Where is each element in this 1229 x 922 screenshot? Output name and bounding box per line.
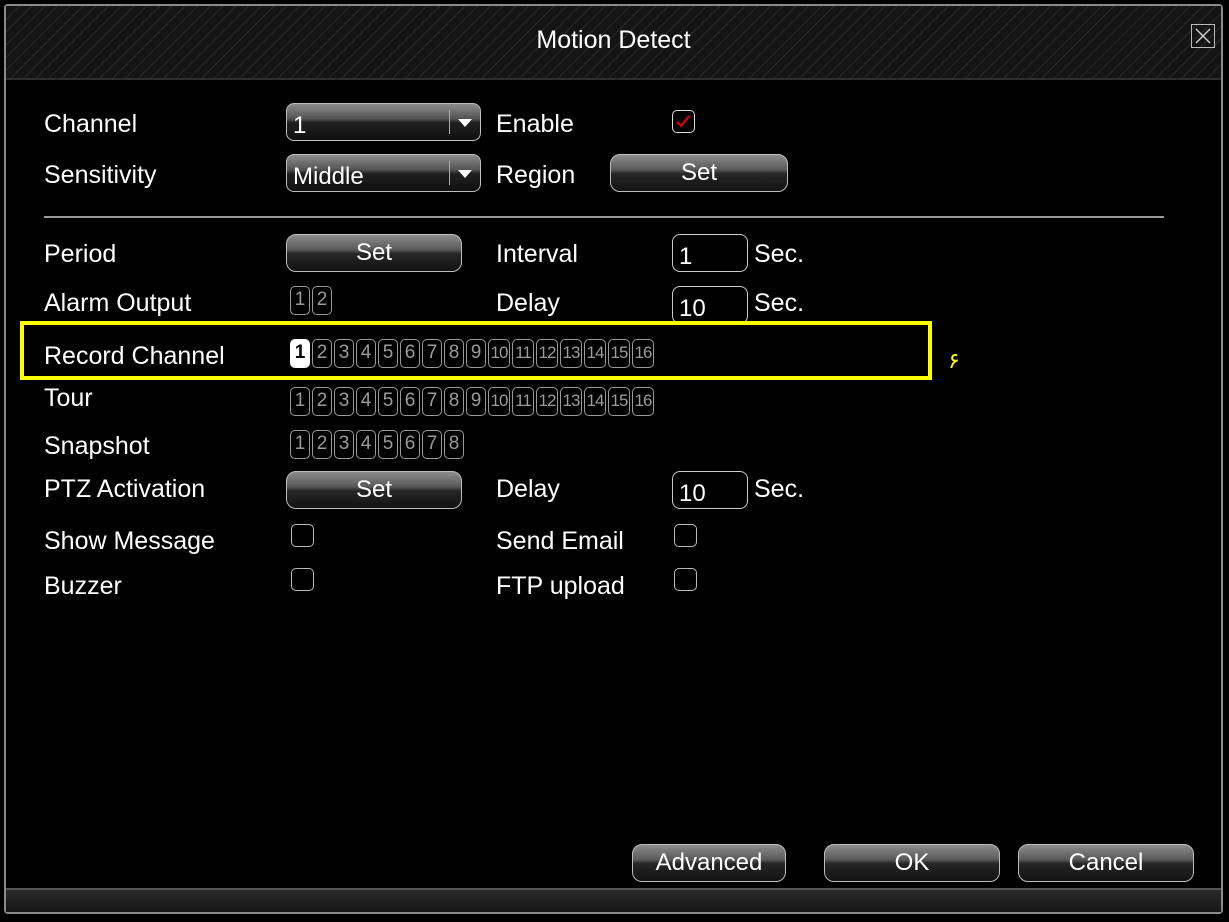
annotation-label: ۶ xyxy=(948,349,960,374)
motion-detect-dialog: Motion Detect Channel 1 Enable Sensitivi… xyxy=(4,4,1223,914)
alarm-output-buttons: 12 xyxy=(290,286,332,315)
checkmark-icon xyxy=(676,115,690,128)
interval-label: Interval xyxy=(496,240,578,268)
cancel-button[interactable]: Cancel xyxy=(1018,844,1194,882)
interval-input[interactable]: 1 xyxy=(672,234,748,272)
dropdown-separator xyxy=(449,110,450,134)
enable-label: Enable xyxy=(496,110,574,138)
tour-toggle-2[interactable]: 2 xyxy=(312,387,332,416)
delay-label: Delay xyxy=(496,289,560,317)
tour-toggle-8[interactable]: 8 xyxy=(444,387,464,416)
region-label: Region xyxy=(496,161,576,189)
divider xyxy=(44,216,1164,218)
tour-toggle-16[interactable]: 16 xyxy=(632,387,654,416)
alarm-output-toggle-1[interactable]: 1 xyxy=(290,286,310,315)
snapshot-toggle-1[interactable]: 1 xyxy=(290,430,310,459)
dialog-title: Motion Detect xyxy=(536,26,691,54)
close-icon[interactable] xyxy=(1191,24,1215,48)
snapshot-toggle-6[interactable]: 6 xyxy=(400,430,420,459)
period-set-button[interactable]: Set xyxy=(286,234,462,272)
tour-toggle-9[interactable]: 9 xyxy=(466,387,486,416)
send-email-checkbox[interactable] xyxy=(674,524,697,547)
ptz-delay-label: Delay xyxy=(496,475,560,503)
chevron-down-icon xyxy=(458,170,472,178)
delay-unit: Sec. xyxy=(754,289,805,317)
snapshot-toggle-4[interactable]: 4 xyxy=(356,430,376,459)
highlight-box xyxy=(20,321,932,380)
tour-toggle-1[interactable]: 1 xyxy=(290,387,310,416)
tour-toggle-4[interactable]: 4 xyxy=(356,387,376,416)
tour-toggle-12[interactable]: 12 xyxy=(536,387,558,416)
snapshot-toggle-5[interactable]: 5 xyxy=(378,430,398,459)
interval-unit: Sec. xyxy=(754,240,805,268)
tour-toggle-14[interactable]: 14 xyxy=(584,387,606,416)
buzzer-checkbox[interactable] xyxy=(291,568,314,591)
channel-label: Channel xyxy=(44,110,138,138)
tour-toggle-5[interactable]: 5 xyxy=(378,387,398,416)
send-email-label: Send Email xyxy=(496,527,624,555)
ptz-activation-label: PTZ Activation xyxy=(44,475,206,503)
tour-label: Tour xyxy=(44,384,93,412)
channel-value: 1 xyxy=(293,112,307,139)
ftp-upload-checkbox[interactable] xyxy=(674,568,697,591)
ptz-delay-unit: Sec. xyxy=(754,475,805,503)
ptz-delay-input[interactable]: 10 xyxy=(672,471,748,509)
snapshot-toggle-3[interactable]: 3 xyxy=(334,430,354,459)
snapshot-label: Snapshot xyxy=(44,432,150,460)
snapshot-toggle-7[interactable]: 7 xyxy=(422,430,442,459)
dropdown-separator xyxy=(449,161,450,185)
snapshot-toggle-8[interactable]: 8 xyxy=(444,430,464,459)
tour-buttons: 1 2 3 4 5 6 7 8 9 10 11 12 13 14 15 16 xyxy=(290,387,654,416)
ptz-set-button[interactable]: Set xyxy=(286,471,462,509)
delay-input[interactable]: 10 xyxy=(672,286,748,324)
tour-toggle-15[interactable]: 15 xyxy=(608,387,630,416)
tour-toggle-13[interactable]: 13 xyxy=(560,387,582,416)
sensitivity-value: Middle xyxy=(293,163,364,190)
alarm-output-label: Alarm Output xyxy=(44,289,192,317)
ok-button[interactable]: OK xyxy=(824,844,1000,882)
tour-toggle-6[interactable]: 6 xyxy=(400,387,420,416)
buzzer-label: Buzzer xyxy=(44,572,122,600)
period-label: Period xyxy=(44,240,117,268)
tour-toggle-10[interactable]: 10 xyxy=(488,387,510,416)
show-message-label: Show Message xyxy=(44,527,215,555)
ftp-upload-label: FTP upload xyxy=(496,572,625,600)
title-bar[interactable]: Motion Detect xyxy=(6,6,1221,80)
region-set-button[interactable]: Set xyxy=(610,154,788,192)
tour-toggle-7[interactable]: 7 xyxy=(422,387,442,416)
enable-checkbox[interactable] xyxy=(672,110,695,133)
alarm-output-toggle-2[interactable]: 2 xyxy=(312,286,332,315)
tour-toggle-3[interactable]: 3 xyxy=(334,387,354,416)
snapshot-buttons: 12345678 xyxy=(290,430,464,459)
sensitivity-label: Sensitivity xyxy=(44,161,157,189)
chevron-down-icon xyxy=(458,119,472,127)
snapshot-toggle-2[interactable]: 2 xyxy=(312,430,332,459)
status-bar xyxy=(6,888,1221,912)
channel-dropdown[interactable]: 1 xyxy=(286,103,481,141)
show-message-checkbox[interactable] xyxy=(291,524,314,547)
sensitivity-dropdown[interactable]: Middle xyxy=(286,154,481,192)
tour-toggle-11[interactable]: 11 xyxy=(512,387,534,416)
advanced-button[interactable]: Advanced xyxy=(632,844,786,882)
